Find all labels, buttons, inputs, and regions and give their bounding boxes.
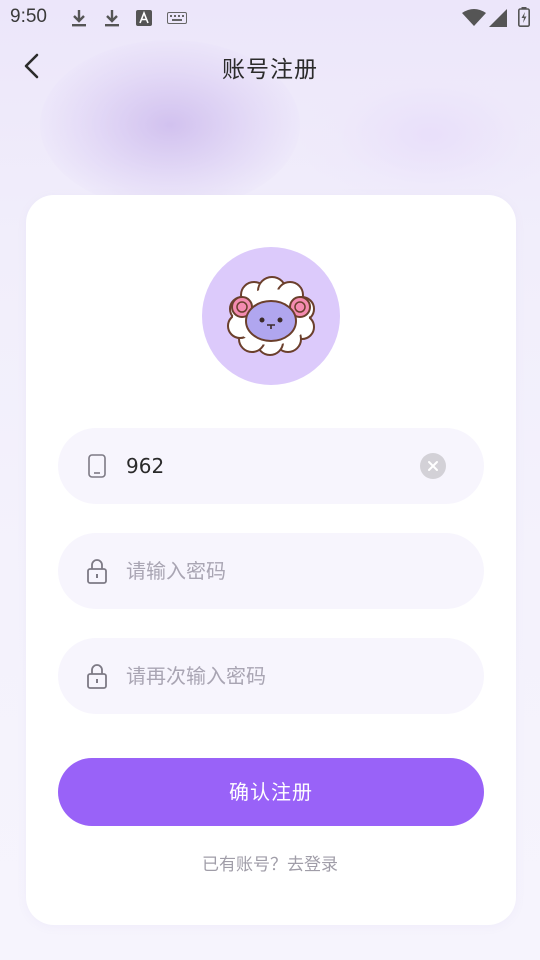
font-icon	[136, 10, 152, 26]
phone-input[interactable]: 962	[126, 428, 164, 504]
download-icon	[72, 10, 86, 27]
signal-icon	[489, 9, 507, 27]
lock-icon	[87, 664, 107, 689]
phone-icon	[88, 454, 106, 478]
page-title: 账号注册	[222, 57, 318, 83]
login-link[interactable]: 已有账号？去登录	[0, 850, 540, 875]
battery-charging-icon	[518, 7, 530, 27]
avatar	[202, 247, 340, 385]
confirm-password-field[interactable]: 请再次输入密码	[58, 638, 484, 714]
confirm-password-input[interactable]: 请再次输入密码	[126, 638, 266, 714]
password-field[interactable]: 请输入密码	[58, 533, 484, 609]
close-icon	[428, 461, 438, 471]
submit-button[interactable]: 确认注册	[58, 758, 484, 826]
phone-field[interactable]: 962	[58, 428, 484, 504]
keyboard-icon	[167, 12, 187, 24]
wifi-icon	[462, 9, 486, 26]
clear-button[interactable]	[420, 453, 446, 479]
status-bar: 9:50	[0, 0, 540, 36]
password-input[interactable]: 请输入密码	[126, 533, 226, 609]
lock-icon	[87, 559, 107, 584]
download-icon	[105, 10, 119, 27]
sheep-mascot-icon	[227, 276, 315, 356]
status-time: 9:50	[10, 6, 47, 27]
